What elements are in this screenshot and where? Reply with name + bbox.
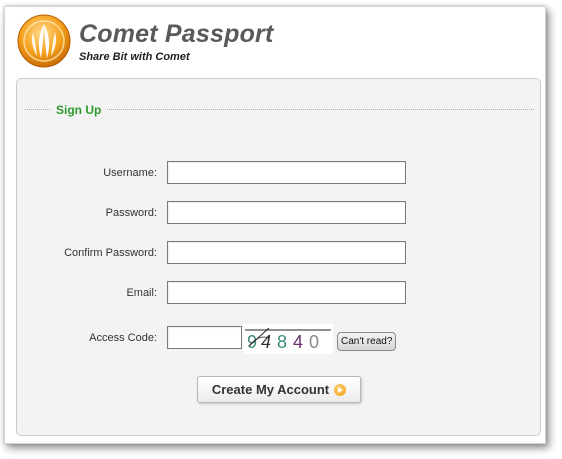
- captcha-digit: 4: [261, 332, 271, 352]
- create-account-button[interactable]: Create My Account: [197, 376, 361, 403]
- cant-read-button[interactable]: Can't read?: [337, 332, 397, 351]
- captcha-digit: 9: [247, 332, 257, 352]
- captcha-image: 9 4 8 4 0: [243, 324, 333, 354]
- captcha-digit: 0: [309, 332, 319, 352]
- captcha-digit: 4: [293, 332, 303, 352]
- username-label: Username:: [103, 167, 157, 179]
- password-label: Password:: [105, 207, 157, 219]
- header: Comet Passport Share Bit with Comet: [5, 7, 545, 73]
- confirm-password-label: Confirm Password:: [64, 247, 157, 259]
- signup-panel: Sign Up Username: Password: Confirm Pass…: [16, 78, 541, 436]
- access-code-field[interactable]: [167, 326, 242, 349]
- access-code-label: Access Code:: [89, 332, 157, 344]
- username-field[interactable]: [167, 161, 406, 184]
- app-subtitle: Share Bit with Comet: [79, 51, 190, 63]
- email-field[interactable]: [167, 281, 406, 304]
- password-field[interactable]: [167, 201, 406, 224]
- create-account-label: Create My Account: [211, 382, 330, 397]
- confirm-password-field[interactable]: [167, 241, 406, 264]
- orange-arrow-icon: [334, 383, 347, 396]
- comet-flame-logo: [17, 14, 71, 68]
- section-title: Sign Up: [51, 103, 107, 117]
- email-label: Email:: [126, 287, 157, 299]
- captcha-digit: 8: [277, 332, 287, 352]
- app-title: Comet Passport: [79, 20, 274, 48]
- signup-window: Comet Passport Share Bit with Comet Sign…: [4, 6, 546, 444]
